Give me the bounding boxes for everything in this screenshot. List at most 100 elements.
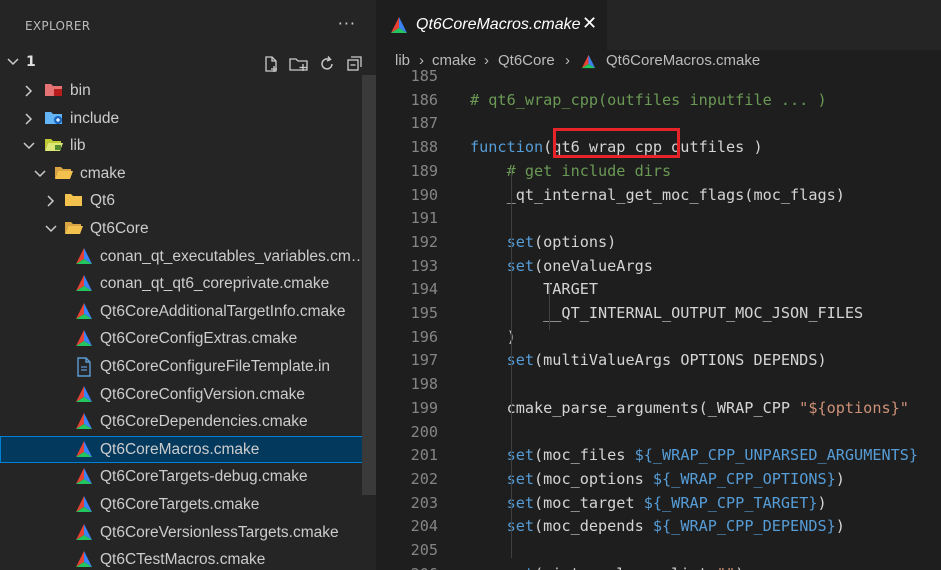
code-text: # qt6_wrap_cpp(outfiles inputfile ... ) bbox=[470, 91, 827, 109]
tree-file[interactable]: Qt6CoreDependencies.cmake bbox=[0, 408, 376, 436]
code-text: # get include dirs bbox=[470, 162, 672, 180]
close-icon[interactable]: ✕ bbox=[582, 13, 597, 34]
cmake-icon bbox=[75, 495, 93, 518]
chevron-down-icon bbox=[22, 139, 36, 158]
code-token: function bbox=[470, 138, 544, 157]
line-number: 204 bbox=[410, 517, 438, 536]
workspace-root-label: 1 bbox=[26, 54, 36, 70]
code-text: TARGET bbox=[470, 280, 598, 298]
cmake-icon bbox=[75, 274, 93, 297]
code-token: TARGET bbox=[470, 280, 599, 299]
cmake-icon bbox=[75, 329, 93, 352]
sidebar-scrollbar[interactable] bbox=[362, 75, 376, 495]
code-text: set(moc_depends ${_WRAP_CPP_DEPENDS}) bbox=[470, 517, 845, 535]
code-text: set(moc_options ${_WRAP_CPP_OPTIONS}) bbox=[470, 470, 845, 488]
new-file-icon[interactable] bbox=[260, 53, 282, 75]
code-line: 190 _qt_internal_get_moc_flags(moc_flags… bbox=[376, 186, 941, 210]
tree-file[interactable]: Qt6CoreVersionlessTargets.cmake bbox=[0, 519, 376, 547]
more-actions-icon[interactable]: ··· bbox=[338, 14, 356, 33]
tree-file[interactable]: Qt6CoreAdditionalTargetInfo.cmake bbox=[0, 298, 376, 326]
line-number: 200 bbox=[410, 422, 438, 441]
tree-item-label: lib bbox=[70, 137, 86, 155]
line-number: 190 bbox=[410, 185, 438, 204]
chevron-down-icon bbox=[44, 222, 58, 241]
code-line: 206 set(_internal_moc_list "") bbox=[376, 565, 941, 570]
collapse-all-icon[interactable] bbox=[344, 53, 366, 75]
chevron-down-icon bbox=[7, 58, 19, 66]
tree-item-label: Qt6 bbox=[90, 192, 115, 210]
tree-folder[interactable]: bin bbox=[0, 77, 376, 105]
cmake-icon bbox=[75, 302, 93, 325]
code-line: 196 ) bbox=[376, 328, 941, 352]
tree-file[interactable]: Qt6CTestMacros.cmake bbox=[0, 546, 376, 570]
code-token: ) bbox=[835, 469, 845, 488]
tab-qt6coremacros[interactable]: Qt6CoreMacros.cmake ✕ bbox=[376, 0, 607, 50]
tree-file[interactable]: conan_qt_executables_variables.cmake bbox=[0, 243, 376, 271]
code-line: 192 set(options) bbox=[376, 233, 941, 257]
code-token: cmake_parse_arguments(_WRAP_CPP bbox=[470, 398, 800, 417]
chevron-right-icon bbox=[44, 194, 58, 213]
tree-folder[interactable]: Qt6 bbox=[0, 187, 376, 215]
tree-item-label: Qt6Core bbox=[90, 219, 149, 237]
line-number: 191 bbox=[410, 209, 438, 228]
folder-lib-icon bbox=[44, 136, 64, 159]
code-text: set(oneValueArgs bbox=[470, 257, 653, 275]
tree-file[interactable]: Qt6CoreTargets.cmake bbox=[0, 491, 376, 519]
folder-bin-icon bbox=[44, 81, 64, 104]
line-number: 195 bbox=[410, 304, 438, 322]
explorer-header: EXPLORER ··· bbox=[0, 0, 376, 52]
code-line: 203 set(moc_target ${_WRAP_CPP_TARGET}) bbox=[376, 494, 941, 518]
tree-item-label: conan_qt_executables_variables.cmake bbox=[100, 247, 372, 265]
code-token: (moc_options bbox=[534, 469, 653, 488]
tree-item-label: Qt6CoreDependencies.cmake bbox=[100, 413, 308, 431]
line-number: 206 bbox=[376, 565, 438, 570]
code-line: 201 set(moc_files ${_WRAP_CPP_UNPARSED_A… bbox=[376, 446, 941, 470]
line-number: 203 bbox=[410, 493, 438, 512]
tree-folder[interactable]: lib bbox=[0, 132, 376, 160]
tree-file[interactable]: Qt6CoreConfigureFileTemplate.in bbox=[0, 353, 376, 381]
tree-file[interactable]: Qt6CoreConfigVersion.cmake bbox=[0, 381, 376, 409]
line-number: 189 bbox=[410, 161, 438, 180]
code-token: (multiValueArgs OPTIONS DEPENDS) bbox=[534, 351, 827, 370]
cmake-icon bbox=[75, 550, 93, 570]
file-tree: bin include lib cmake Qt6 Qt6Core conan_qt_exe… bbox=[0, 77, 376, 570]
code-line: 199 cmake_parse_arguments(_WRAP_CPP "${o… bbox=[376, 399, 941, 423]
cmake-icon bbox=[75, 467, 93, 490]
code-token: (moc_target bbox=[534, 493, 644, 512]
tree-folder[interactable]: Qt6Core bbox=[0, 215, 376, 243]
new-folder-icon[interactable] bbox=[288, 53, 310, 75]
line-number: 193 bbox=[410, 256, 438, 275]
code-token: ) bbox=[735, 565, 744, 570]
code-token: (options) bbox=[534, 232, 617, 251]
tree-file[interactable]: conan_qt_qt6_coreprivate.cmake bbox=[0, 270, 376, 298]
workspace-root[interactable]: 1 bbox=[0, 52, 376, 74]
tree-file[interactable]: Qt6CoreConfigExtras.cmake bbox=[0, 325, 376, 353]
refresh-icon[interactable] bbox=[316, 53, 338, 75]
tree-file[interactable]: Qt6CoreMacros.cmake bbox=[0, 435, 376, 464]
code-line: 197 set(multiValueArgs OPTIONS DEPENDS) bbox=[376, 351, 941, 375]
highlight-annotation bbox=[553, 128, 680, 158]
editor: Qt6CoreMacros.cmake ✕ lib › cmake › Qt6C… bbox=[376, 0, 941, 570]
code-line: 198 bbox=[376, 375, 941, 399]
tree-folder[interactable]: include bbox=[0, 105, 376, 133]
tree-file[interactable]: Qt6CoreTargets-debug.cmake bbox=[0, 463, 376, 491]
tree-item-label: Qt6CoreTargets-debug.cmake bbox=[100, 468, 308, 486]
line-number: 199 bbox=[410, 398, 438, 417]
code-line: 194 TARGET bbox=[376, 280, 941, 304]
cmake-icon bbox=[391, 17, 407, 33]
code-token: _qt_internal_get_moc_flags(moc_flags) bbox=[470, 185, 845, 204]
folder-icon bbox=[64, 191, 84, 214]
code-text: __QT_INTERNAL_OUTPUT_MOC_JSON_FILES bbox=[470, 304, 863, 322]
code-token: ) bbox=[835, 517, 845, 536]
tree-folder[interactable]: cmake bbox=[0, 160, 376, 188]
code-line: 205 bbox=[376, 541, 941, 565]
line-number: 192 bbox=[410, 232, 438, 251]
code-text: set(moc_target ${_WRAP_CPP_TARGET}) bbox=[470, 494, 827, 512]
code-line: 191 bbox=[376, 209, 941, 233]
code-token: (moc_depends bbox=[534, 517, 653, 536]
code-token: # qt6_wrap_cpp(outfiles inputfile ... ) bbox=[470, 90, 827, 109]
code-token: (oneValueArgs bbox=[534, 256, 653, 275]
